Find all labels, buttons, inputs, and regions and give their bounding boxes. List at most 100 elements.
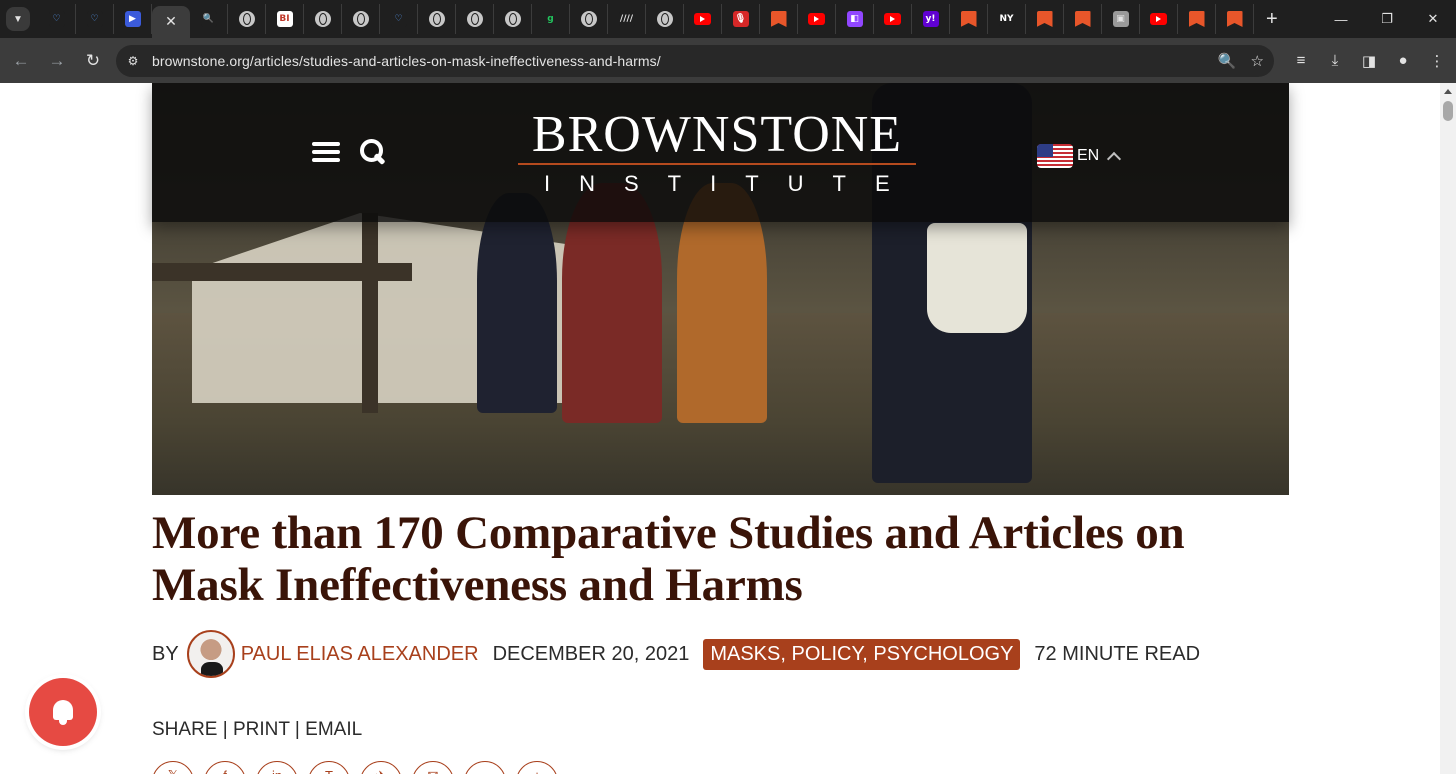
bell-icon xyxy=(49,698,77,726)
restore-icon: ❐ xyxy=(1381,11,1393,26)
tab[interactable] xyxy=(418,4,456,34)
notification-bell-button[interactable] xyxy=(29,678,97,746)
site-info-button[interactable]: ⚙ xyxy=(120,48,146,74)
tab[interactable] xyxy=(646,4,684,34)
tab[interactable]: ♡ xyxy=(38,4,76,34)
close-window-button[interactable]: ✕ xyxy=(1410,0,1456,38)
downloads-button[interactable]: ⤓ xyxy=(1318,44,1352,78)
substack-icon xyxy=(960,11,977,27)
twitter-icon[interactable]: 𝕏 xyxy=(152,761,194,774)
telegram-icon[interactable]: ✈ xyxy=(360,761,402,774)
bookmark-blue-icon: ♡ xyxy=(86,11,103,27)
tab[interactable]: ▶ xyxy=(114,4,152,34)
search-icon[interactable] xyxy=(360,139,386,165)
tab[interactable] xyxy=(342,4,380,34)
side-panel-button[interactable]: ◨ xyxy=(1352,44,1386,78)
tab[interactable] xyxy=(1178,4,1216,34)
globe-icon xyxy=(314,11,331,27)
star-icon: ☆ xyxy=(1250,52,1264,70)
tab-active[interactable]: ✕ xyxy=(152,6,190,38)
tab[interactable]: BI xyxy=(266,4,304,34)
tab[interactable]: NY xyxy=(988,4,1026,34)
profile-button[interactable]: ● xyxy=(1386,44,1420,78)
reload-button[interactable]: ↻ xyxy=(76,44,110,78)
tab[interactable]: y! xyxy=(912,4,950,34)
forward-button[interactable]: → xyxy=(40,44,74,78)
more-icon[interactable]: … xyxy=(464,761,506,774)
tab[interactable] xyxy=(1140,4,1178,34)
tab-search-button[interactable]: ▼ xyxy=(6,7,30,31)
tab[interactable] xyxy=(456,4,494,34)
tab[interactable]: g xyxy=(532,4,570,34)
tab[interactable]: 🔍 xyxy=(190,4,228,34)
article-meta: BY PAUL ELIAS ALEXANDER DECEMBER 20, 202… xyxy=(152,630,1200,678)
tab[interactable] xyxy=(570,4,608,34)
twitch-icon: ◧ xyxy=(846,11,863,27)
new-tab-button[interactable]: + xyxy=(1266,8,1278,31)
globe-icon xyxy=(428,11,445,27)
scroll-up-icon[interactable] xyxy=(1444,89,1452,94)
tab[interactable]: ♡ xyxy=(380,4,418,34)
substack-icon xyxy=(770,11,787,27)
tab[interactable] xyxy=(1064,4,1102,34)
arrow-left-icon: ← xyxy=(12,50,30,70)
tab[interactable] xyxy=(1026,4,1064,34)
author-link[interactable]: PAUL ELIAS ALEXANDER xyxy=(241,643,479,666)
url-text[interactable]: brownstone.org/articles/studies-and-arti… xyxy=(152,53,661,69)
logo-wordmark: BROWNSTONE xyxy=(531,106,903,163)
tab[interactable] xyxy=(304,4,342,34)
zoom-button[interactable]: 🔍 xyxy=(1218,52,1237,70)
print-link[interactable]: PRINT xyxy=(233,719,290,740)
tab[interactable] xyxy=(684,4,722,34)
linkedin-icon[interactable]: in xyxy=(256,761,298,774)
globe-icon xyxy=(466,11,483,27)
tab[interactable] xyxy=(494,4,532,34)
globe-icon xyxy=(238,11,255,27)
publish-date: DECEMBER 20, 2021 xyxy=(492,642,690,665)
tab[interactable] xyxy=(874,4,912,34)
menu-button[interactable]: ⋮ xyxy=(1420,44,1454,78)
tab[interactable]: ◧ xyxy=(836,4,874,34)
address-bar[interactable]: ⚙ brownstone.org/articles/studies-and-ar… xyxy=(116,44,1274,77)
media-control-button[interactable]: ≡ xyxy=(1284,44,1318,78)
tab[interactable] xyxy=(760,4,798,34)
site-logo[interactable]: BROWNSTONE INSTITUTE xyxy=(518,109,916,197)
restore-button[interactable]: ❐ xyxy=(1364,0,1410,38)
minimize-button[interactable]: — xyxy=(1318,0,1364,38)
browser-toolbar: ← → ↻ ⚙ brownstone.org/articles/studies-… xyxy=(0,38,1456,83)
category-tags[interactable]: MASKS, POLICY, PSYCHOLOGY xyxy=(703,638,1021,670)
read-time: 72 MINUTE READ xyxy=(1034,642,1201,665)
download-icon: ⤓ xyxy=(1331,52,1339,69)
tab[interactable]: ♡ xyxy=(76,4,114,34)
podcast-icon: 🎙 xyxy=(732,11,749,27)
chevron-down-icon: ▼ xyxy=(13,13,23,25)
substack-icon xyxy=(1074,11,1091,27)
email-icon[interactable]: ✉ xyxy=(412,761,454,774)
email-link[interactable]: EMAIL xyxy=(305,719,362,740)
share-link[interactable]: SHARE xyxy=(152,719,217,740)
page-scrollbar[interactable] xyxy=(1440,83,1456,774)
site-header: BROWNSTONE INSTITUTE EN xyxy=(152,83,1289,222)
author-avatar[interactable] xyxy=(186,630,235,678)
tab[interactable]: //// xyxy=(608,4,646,34)
hamburger-menu-icon[interactable] xyxy=(312,142,340,162)
language-selector[interactable]: EN xyxy=(1037,144,1122,168)
globe-icon xyxy=(580,11,597,27)
truth-social-icon[interactable]: T xyxy=(308,761,350,774)
us-flag-icon xyxy=(1037,144,1073,168)
tab[interactable] xyxy=(798,4,836,34)
tab[interactable] xyxy=(1216,4,1254,34)
tab[interactable] xyxy=(950,4,988,34)
language-label: EN xyxy=(1077,147,1100,164)
youtube-icon xyxy=(808,13,825,25)
tab[interactable]: ▣ xyxy=(1102,4,1140,34)
close-icon[interactable]: ✕ xyxy=(163,14,179,30)
tab[interactable]: 🎙 xyxy=(722,4,760,34)
facebook-icon[interactable]: f xyxy=(204,761,246,774)
bookmark-star-button[interactable]: ☆ xyxy=(1251,52,1264,70)
back-button[interactable]: ← xyxy=(4,44,38,78)
byline-label: BY xyxy=(152,642,179,665)
plus-icon[interactable]: + xyxy=(516,761,558,774)
tab[interactable] xyxy=(228,4,266,34)
scroll-thumb[interactable] xyxy=(1443,101,1453,121)
